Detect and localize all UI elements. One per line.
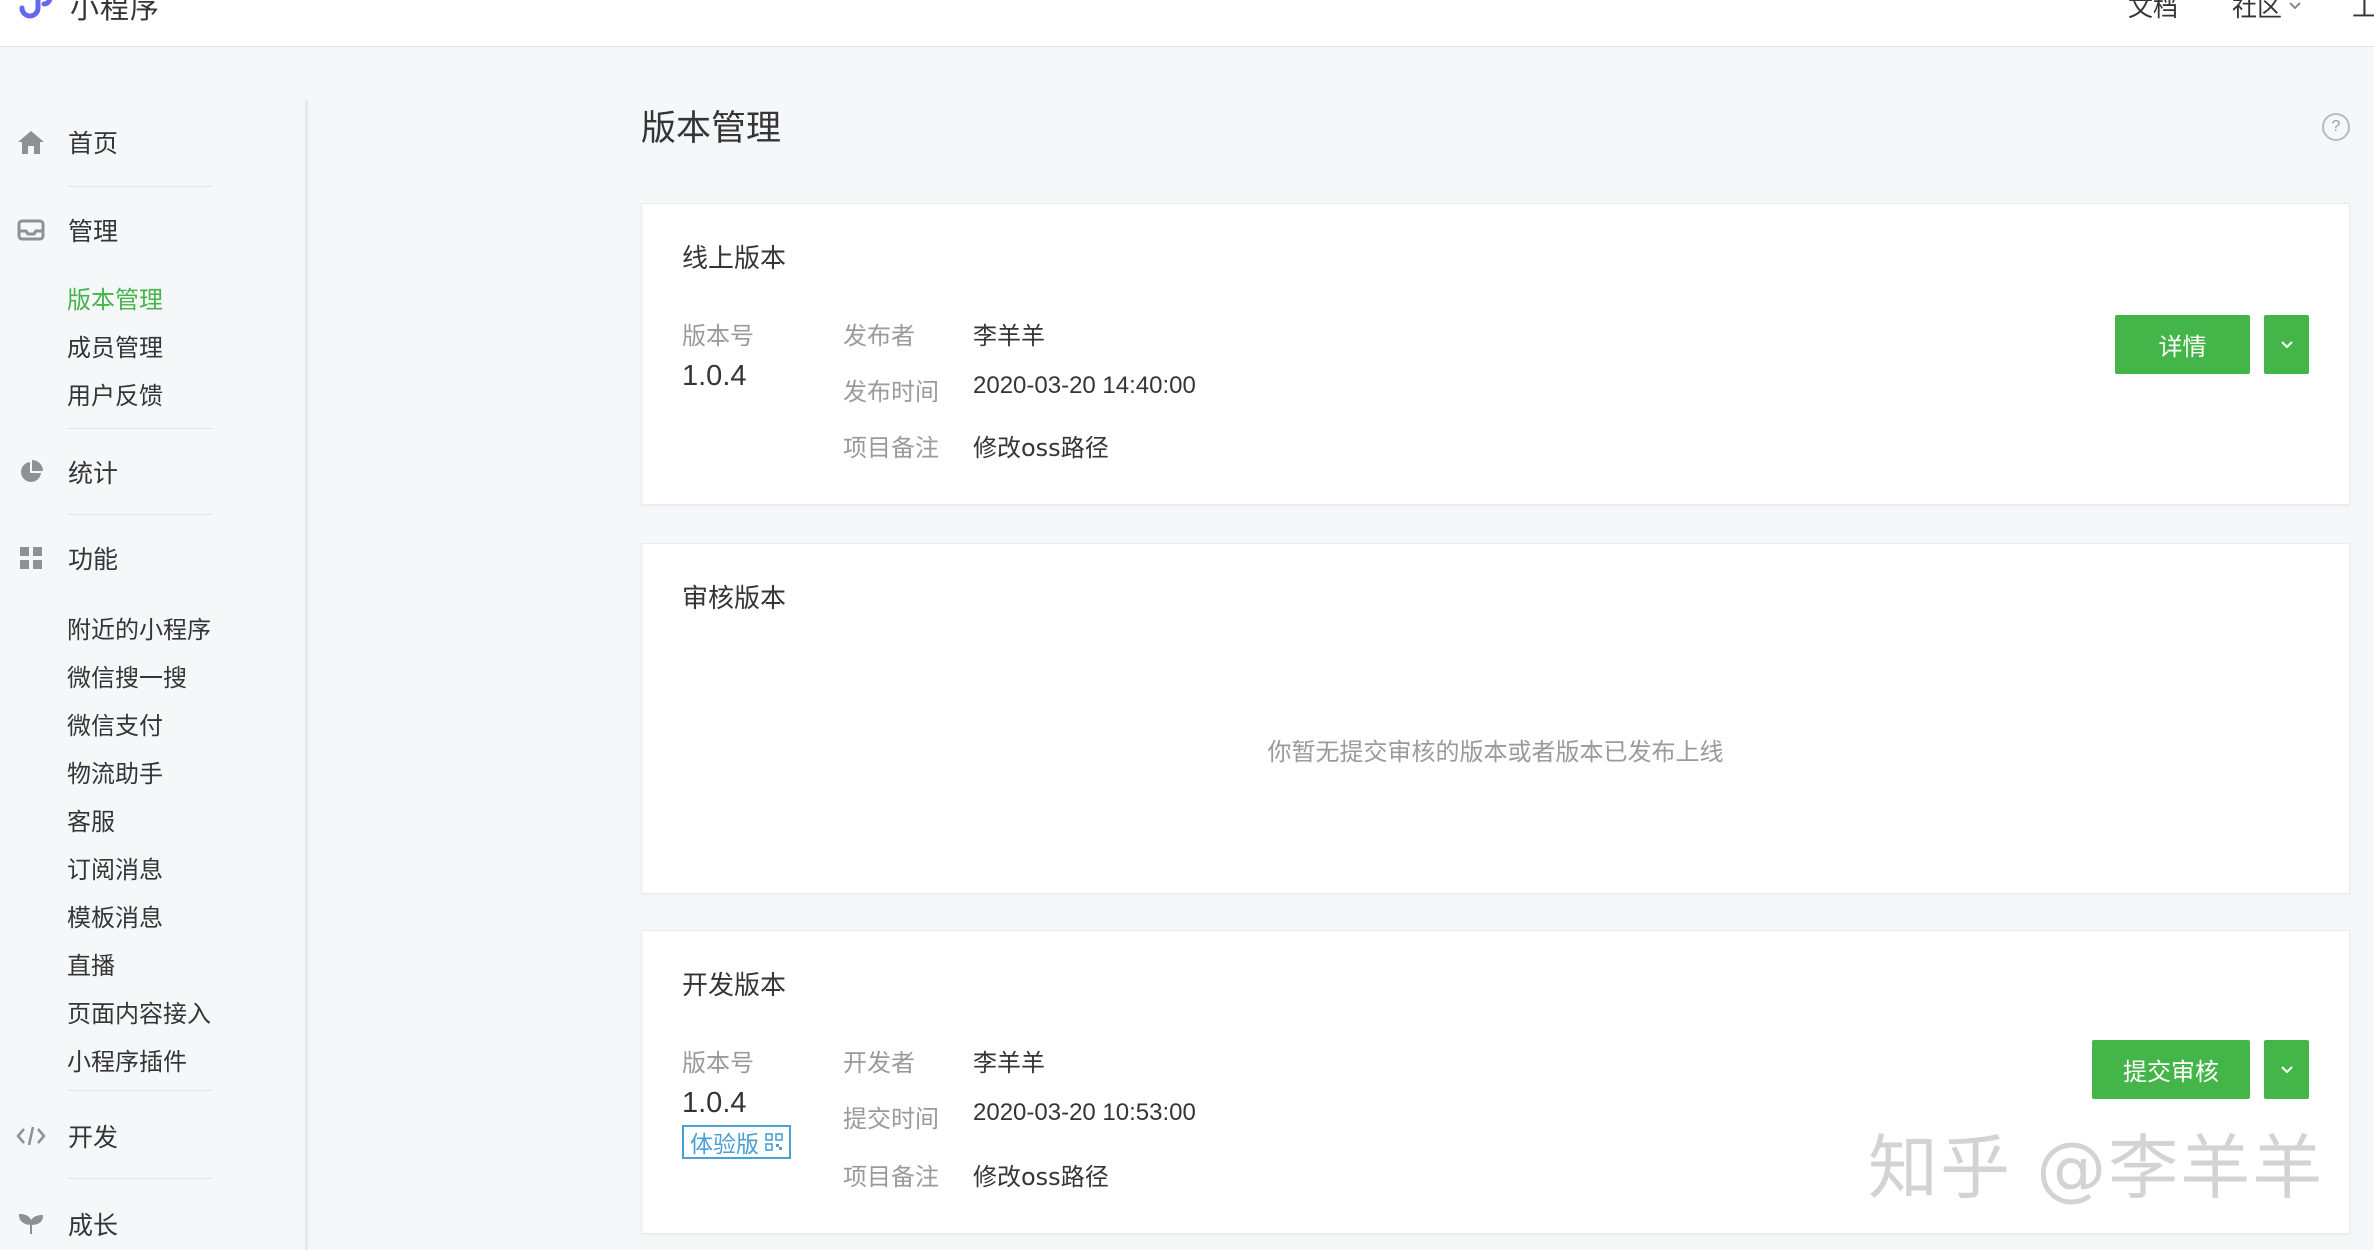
divider — [67, 1178, 213, 1179]
page-title: 版本管理 — [641, 109, 782, 149]
publish-time-value: 2020-03-20 14:40:00 — [973, 372, 1196, 399]
sidebar-item-nearby[interactable]: 附近的小程序 — [67, 610, 211, 645]
version-number: 1.0.4 — [682, 1087, 747, 1119]
card-title: 线上版本 — [682, 244, 787, 274]
sidebar-label-develop: 开发 — [68, 1123, 119, 1152]
trial-version-badge[interactable]: 体验版 — [682, 1125, 791, 1159]
sidebar-label-growth: 成长 — [68, 1211, 119, 1240]
chevron-down-icon — [2289, 2, 2301, 10]
remark-label: 项目备注 — [843, 434, 939, 462]
submit-time-value: 2020-03-20 10:53:00 — [973, 1099, 1196, 1126]
brand[interactable]: 小程序 — [14, 0, 160, 26]
remark-label: 项目备注 — [843, 1163, 939, 1191]
online-version-card: 线上版本 版本号 1.0.4 发布者 李羊羊 发布时间 2020-03-20 1… — [641, 203, 2350, 505]
chevron-down-icon — [2280, 340, 2293, 348]
badge-label: 体验版 — [690, 1132, 759, 1158]
divider — [67, 514, 213, 515]
sidebar-item-template-msg[interactable]: 模板消息 — [67, 898, 163, 933]
submit-review-button[interactable]: 提交审核 — [2092, 1040, 2250, 1099]
qr-code-icon — [765, 1133, 783, 1151]
submit-time-label: 提交时间 — [843, 1105, 939, 1133]
details-button[interactable]: 详情 — [2115, 315, 2250, 374]
sidebar-item-home[interactable]: 首页 — [16, 124, 118, 160]
remark-value: 修改oss路径 — [973, 434, 1109, 462]
home-icon — [16, 127, 46, 157]
version-number: 1.0.4 — [682, 360, 747, 392]
docs-link[interactable]: 文档 — [2128, 0, 2178, 24]
publisher-value: 李羊羊 — [973, 322, 1045, 350]
sidebar-item-logistics[interactable]: 物流助手 — [67, 754, 163, 789]
chevron-down-icon — [2280, 1065, 2293, 1073]
remark-value: 修改oss路径 — [973, 1163, 1109, 1191]
sidebar-item-version-manage[interactable]: 版本管理 — [67, 280, 163, 315]
code-icon — [16, 1121, 46, 1151]
card-title: 审核版本 — [682, 584, 787, 614]
community-label: 社区 — [2232, 0, 2283, 22]
review-version-card: 审核版本 你暂无提交审核的版本或者版本已发布上线 — [641, 543, 2350, 894]
pie-chart-icon — [16, 457, 46, 487]
sidebar-item-manage[interactable]: 管理 — [16, 212, 118, 248]
divider — [67, 1090, 213, 1091]
miniprogram-logo-icon — [17, 0, 53, 24]
developer-value: 李羊羊 — [973, 1049, 1045, 1077]
sidebar-item-live[interactable]: 直播 — [67, 946, 115, 981]
publisher-label: 发布者 — [843, 322, 915, 350]
sidebar-item-stats[interactable]: 统计 — [16, 454, 118, 490]
divider — [67, 428, 213, 429]
sidebar-divider — [305, 100, 308, 1250]
card-title: 开发版本 — [682, 971, 787, 1001]
grid-icon — [16, 543, 46, 573]
brand-name: 小程序 — [70, 0, 161, 25]
sidebar-item-member-manage[interactable]: 成员管理 — [67, 328, 163, 363]
sidebar-item-develop[interactable]: 开发 — [16, 1118, 118, 1154]
sidebar-label-features: 功能 — [68, 545, 119, 574]
sidebar-item-features[interactable]: 功能 — [16, 540, 118, 576]
sidebar-item-wechat-pay[interactable]: 微信支付 — [67, 706, 163, 741]
help-icon[interactable]: ? — [2322, 113, 2350, 141]
sidebar-item-plugins[interactable]: 小程序插件 — [67, 1042, 187, 1077]
sidebar-item-wechat-search[interactable]: 微信搜一搜 — [67, 658, 187, 693]
watermark: 知乎 @李羊羊 — [1868, 1127, 2325, 1209]
divider — [67, 186, 213, 187]
top-bar: 小程序 文档 社区 工 — [0, 0, 2374, 47]
online-more-dropdown[interactable] — [2264, 315, 2309, 374]
inbox-icon — [16, 215, 46, 245]
more-link[interactable]: 工 — [2352, 0, 2374, 24]
version-label: 版本号 — [682, 322, 754, 350]
sidebar-item-subscribe-msg[interactable]: 订阅消息 — [67, 850, 163, 885]
publish-time-label: 发布时间 — [843, 378, 939, 406]
sidebar-label-home: 首页 — [68, 129, 119, 158]
dev-more-dropdown[interactable] — [2264, 1040, 2309, 1099]
version-label: 版本号 — [682, 1049, 754, 1077]
sidebar-item-user-feedback[interactable]: 用户反馈 — [67, 376, 163, 411]
developer-label: 开发者 — [843, 1049, 915, 1077]
sidebar-label-manage: 管理 — [68, 217, 119, 246]
sidebar-item-growth[interactable]: 成长 — [16, 1206, 118, 1242]
sprout-icon — [16, 1209, 46, 1239]
sidebar-item-content-access[interactable]: 页面内容接入 — [67, 994, 211, 1029]
community-menu[interactable]: 社区 — [2232, 0, 2302, 24]
empty-message: 你暂无提交审核的版本或者版本已发布上线 — [1267, 738, 1724, 766]
sidebar-item-customer-service[interactable]: 客服 — [67, 802, 115, 837]
sidebar-label-stats: 统计 — [68, 459, 119, 488]
